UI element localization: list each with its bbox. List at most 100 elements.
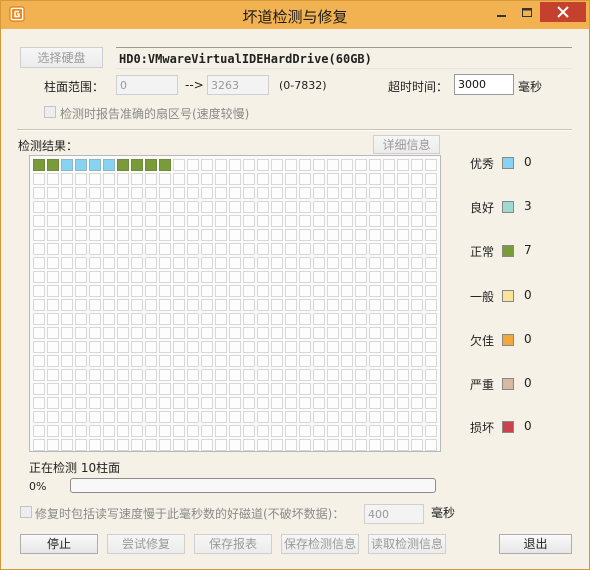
legend-count: 0 — [524, 376, 532, 390]
cylinder-block — [243, 215, 255, 227]
cylinder-block — [327, 243, 339, 255]
cylinder-block — [131, 257, 143, 269]
repair-slow-tracks-checkbox[interactable] — [20, 506, 32, 518]
save-scan-info-button[interactable]: 保存检测信息 — [281, 534, 359, 554]
cylinder-block — [257, 355, 269, 367]
cylinder-block — [215, 369, 227, 381]
range-to-field[interactable]: 3263 — [207, 75, 269, 95]
cylinder-block — [145, 201, 157, 213]
cylinder-block — [257, 327, 269, 339]
cylinder-block — [61, 355, 73, 367]
cylinder-block — [425, 369, 437, 381]
cylinder-block — [411, 341, 423, 353]
cylinder-block — [369, 383, 381, 395]
cylinder-block — [341, 187, 353, 199]
repair-threshold-field[interactable]: 400 — [364, 504, 424, 524]
detail-info-button[interactable]: 详细信息 — [373, 135, 440, 154]
cylinder-block — [327, 201, 339, 213]
cylinder-block — [383, 411, 395, 423]
cylinder-block — [299, 313, 311, 325]
cylinder-block — [397, 341, 409, 353]
cylinder-block — [75, 439, 87, 451]
cylinder-block — [103, 229, 115, 241]
cylinder-block — [131, 355, 143, 367]
cylinder-block — [425, 425, 437, 437]
cylinder-block — [411, 285, 423, 297]
cylinder-block — [257, 425, 269, 437]
title-bar[interactable]: 坏道检测与修复 — [1, 1, 589, 29]
cylinder-block — [299, 439, 311, 451]
exit-button[interactable]: 退出 — [499, 534, 572, 554]
cylinder-block — [383, 257, 395, 269]
cylinder-block — [341, 439, 353, 451]
cylinder-block — [397, 439, 409, 451]
cylinder-block — [187, 327, 199, 339]
cylinder-block — [313, 229, 325, 241]
cylinder-block — [215, 257, 227, 269]
cylinder-block — [257, 173, 269, 185]
cylinder-block — [397, 159, 409, 171]
cylinder-block — [103, 397, 115, 409]
cylinder-block — [369, 425, 381, 437]
cylinder-block — [229, 215, 241, 227]
cylinder-block — [145, 369, 157, 381]
cylinder-block — [397, 173, 409, 185]
cylinder-block — [369, 201, 381, 213]
cylinder-block — [425, 271, 437, 283]
cylinder-block — [383, 425, 395, 437]
cylinder-block — [271, 201, 283, 213]
cylinder-block — [257, 411, 269, 423]
cylinder-block — [327, 439, 339, 451]
select-drive-button[interactable]: 选择硬盘 — [20, 47, 103, 68]
cylinder-block — [173, 201, 185, 213]
cylinder-block — [285, 397, 297, 409]
cylinder-block — [173, 173, 185, 185]
cylinder-block — [173, 215, 185, 227]
cylinder-block — [285, 383, 297, 395]
cylinder-block — [103, 285, 115, 297]
load-scan-info-button[interactable]: 读取检测信息 — [368, 534, 446, 554]
try-repair-button[interactable]: 尝试修复 — [107, 534, 185, 554]
cylinder-block — [47, 397, 59, 409]
cylinder-block — [257, 243, 269, 255]
report-sector-checkbox[interactable] — [44, 106, 56, 118]
stop-button[interactable]: 停止 — [20, 534, 98, 554]
range-from-field[interactable]: 0 — [116, 75, 178, 95]
cylinder-block — [61, 215, 73, 227]
cylinder-block — [271, 271, 283, 283]
cylinder-block — [313, 299, 325, 311]
cylinder-block — [355, 187, 367, 199]
cylinder-block — [47, 439, 59, 451]
maximize-button[interactable] — [514, 4, 540, 22]
cylinder-block — [313, 159, 325, 171]
cylinder-block — [285, 201, 297, 213]
cylinder-block — [131, 439, 143, 451]
cylinder-block — [187, 425, 199, 437]
cylinder-block — [215, 285, 227, 297]
cylinder-block — [33, 341, 45, 353]
cylinder-block — [341, 369, 353, 381]
timeout-input[interactable]: 3000 — [454, 74, 514, 95]
save-report-button[interactable]: 保存报表 — [194, 534, 272, 554]
cylinder-block — [425, 243, 437, 255]
cylinder-block — [61, 271, 73, 283]
cylinder-block — [271, 397, 283, 409]
cylinder-block — [103, 327, 115, 339]
cylinder-block — [33, 229, 45, 241]
close-button[interactable] — [540, 2, 586, 22]
main-window: 坏道检测与修复 选择硬盘 HD0:VMwareVirtualIDEHardDri… — [0, 0, 590, 570]
legend-item-serious: 严重 0 — [470, 376, 550, 392]
minimize-button[interactable] — [488, 4, 514, 22]
cylinder-block — [215, 159, 227, 171]
cylinder-block — [145, 243, 157, 255]
cylinder-block — [341, 397, 353, 409]
cylinder-block — [285, 271, 297, 283]
cylinder-block — [61, 313, 73, 325]
cylinder-block — [47, 411, 59, 423]
cylinder-block — [299, 285, 311, 297]
cylinder-block — [47, 215, 59, 227]
cylinder-block — [215, 201, 227, 213]
cylinder-block — [243, 411, 255, 423]
cylinder-block — [369, 243, 381, 255]
legend-item-damaged: 损坏 0 — [470, 419, 550, 435]
